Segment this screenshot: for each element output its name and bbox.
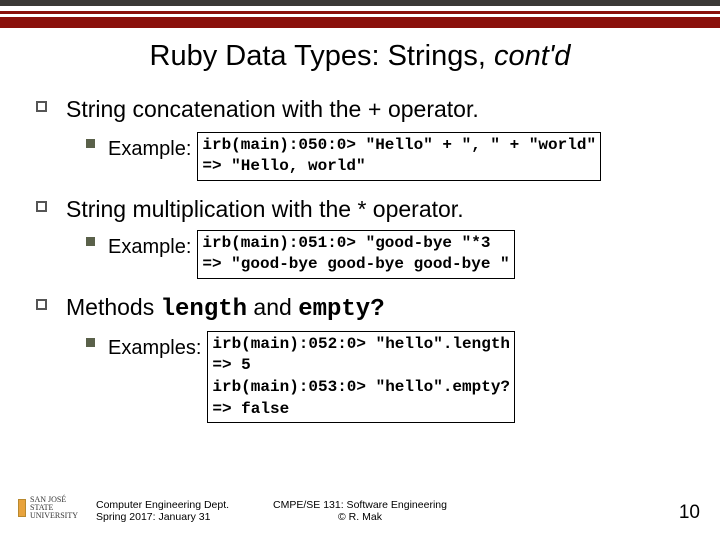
methods-m1: length bbox=[161, 296, 247, 323]
bullet-mult: String multiplication with the * operato… bbox=[36, 195, 692, 279]
concat-text-post: operator. bbox=[382, 96, 479, 122]
examples-label: Examples: bbox=[108, 331, 201, 361]
concat-sublist: Example: irb(main):050:0> "Hello" + ", "… bbox=[86, 132, 692, 181]
content-area: String concatenation with the + operator… bbox=[0, 95, 720, 423]
page-number: 10 bbox=[679, 502, 700, 524]
footer-left: Computer Engineering Dept. Spring 2017: … bbox=[96, 499, 229, 524]
methods-and: and bbox=[247, 294, 298, 320]
bar-maroon-thick bbox=[0, 17, 720, 28]
footer: SAN JOSÉ STATE UNIVERSITY Computer Engin… bbox=[0, 482, 720, 530]
bullet-list: String concatenation with the + operator… bbox=[36, 95, 692, 423]
methods-line: Methods length and empty? bbox=[66, 294, 385, 320]
footer-mid-l2: © R. Mak bbox=[273, 511, 447, 524]
mult-text: String multiplication with the * operato… bbox=[66, 196, 464, 222]
footer-left-l2: Spring 2017: January 31 bbox=[96, 511, 229, 524]
methods-pre: Methods bbox=[66, 294, 161, 320]
mult-example-row: Example: irb(main):051:0> "good-bye "*3 … bbox=[108, 230, 692, 279]
example-label: Example: bbox=[108, 132, 191, 162]
decorative-top-bars bbox=[0, 0, 720, 28]
methods-example-row: Examples: irb(main):052:0> "hello".lengt… bbox=[108, 331, 692, 423]
methods-example-item: Examples: irb(main):052:0> "hello".lengt… bbox=[86, 331, 692, 423]
methods-code: irb(main):052:0> "hello".length => 5 irb… bbox=[207, 331, 515, 423]
bullet-methods: Methods length and empty? Examples: irb(… bbox=[36, 293, 692, 423]
mult-code: irb(main):051:0> "good-bye "*3 => "good-… bbox=[197, 230, 514, 279]
sjsu-logo: SAN JOSÉ STATE UNIVERSITY bbox=[18, 492, 78, 524]
mult-sublist: Example: irb(main):051:0> "good-bye "*3 … bbox=[86, 230, 692, 279]
concat-text-pre: String concatenation with the bbox=[66, 96, 368, 122]
concat-example-item: Example: irb(main):050:0> "Hello" + ", "… bbox=[86, 132, 692, 181]
title-main: Ruby Data Types: Strings, bbox=[150, 40, 494, 72]
logo-line1: SAN JOSÉ STATE bbox=[30, 496, 78, 512]
methods-sublist: Examples: irb(main):052:0> "hello".lengt… bbox=[86, 331, 692, 423]
concat-code: irb(main):050:0> "Hello" + ", " + "world… bbox=[197, 132, 601, 181]
footer-mid: CMPE/SE 131: Software Engineering © R. M… bbox=[273, 499, 447, 524]
footer-mid-l1: CMPE/SE 131: Software Engineering bbox=[273, 499, 447, 512]
mult-example-item: Example: irb(main):051:0> "good-bye "*3 … bbox=[86, 230, 692, 279]
bullet-concat: String concatenation with the + operator… bbox=[36, 95, 692, 181]
example-label: Example: bbox=[108, 230, 191, 260]
title-contd: cont'd bbox=[494, 40, 570, 72]
slide-title: Ruby Data Types: Strings, cont'd bbox=[0, 40, 720, 73]
concat-example-row: Example: irb(main):050:0> "Hello" + ", "… bbox=[108, 132, 692, 181]
methods-m2: empty? bbox=[298, 296, 384, 323]
logo-line2: UNIVERSITY bbox=[30, 512, 78, 520]
logo-text: SAN JOSÉ STATE UNIVERSITY bbox=[30, 496, 78, 520]
concat-plus: + bbox=[368, 98, 382, 124]
logo-icon bbox=[18, 499, 26, 517]
footer-left-l1: Computer Engineering Dept. bbox=[96, 499, 229, 512]
slide: Ruby Data Types: Strings, cont'd String … bbox=[0, 0, 720, 540]
